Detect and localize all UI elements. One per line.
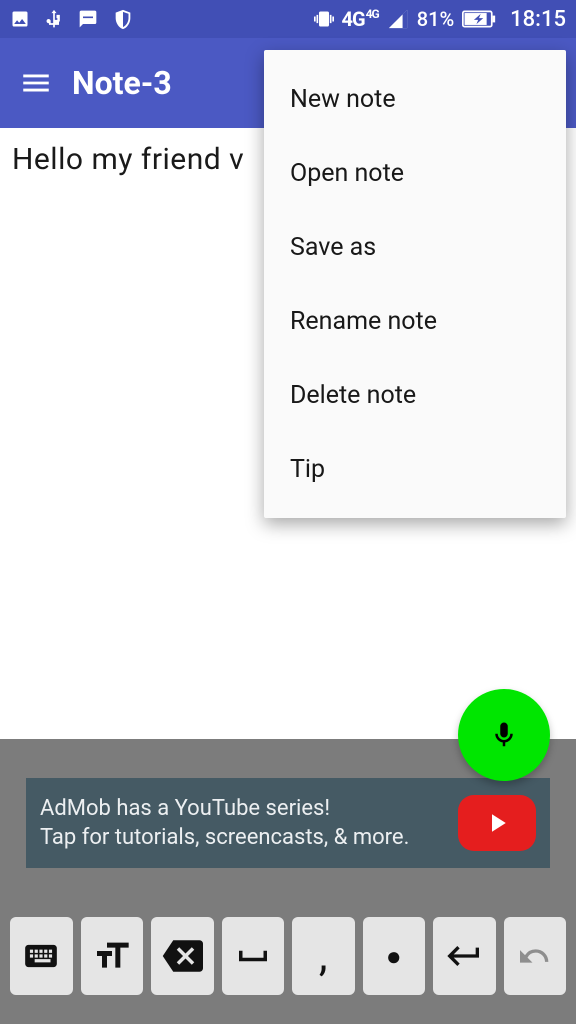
keyboard-toolbar: , ● [0, 906, 576, 1024]
status-time: 18:15 [510, 7, 566, 32]
microphone-icon [489, 720, 519, 750]
keyboard-toggle-button[interactable] [10, 917, 73, 995]
menu-item-label: New note [290, 85, 396, 114]
status-right-icons: 4G4G 81% 18:15 [314, 7, 566, 32]
page-title: Note-3 [72, 64, 172, 102]
menu-item-save-as[interactable]: Save as [264, 210, 566, 284]
message-icon [78, 9, 98, 29]
ad-line-2: Tap for tutorials, screencasts, & more. [40, 825, 409, 850]
overflow-menu: New note Open note Save as Rename note D… [264, 50, 566, 518]
signal-icon [387, 8, 409, 30]
keyboard-icon [22, 937, 60, 975]
period-label: ● [386, 941, 402, 972]
youtube-play-button[interactable] [458, 795, 536, 851]
space-button[interactable] [222, 917, 285, 995]
comma-button[interactable]: , [292, 917, 355, 995]
menu-item-open-note[interactable]: Open note [264, 136, 566, 210]
menu-item-label: Delete note [290, 381, 416, 410]
ad-line-1: AdMob has a YouTube series! [40, 796, 409, 821]
status-left-icons [10, 8, 134, 30]
battery-percent: 81% [417, 7, 454, 31]
undo-button[interactable] [504, 917, 567, 995]
menu-item-label: Rename note [290, 307, 437, 336]
voice-input-fab[interactable] [458, 689, 550, 781]
hamburger-icon [19, 66, 53, 100]
menu-item-tip[interactable]: Tip [264, 432, 566, 506]
comma-label: , [319, 947, 328, 965]
menu-item-label: Open note [290, 159, 404, 188]
undo-icon [515, 936, 555, 976]
network-sup: 4G [366, 7, 379, 21]
network-text: 4G [342, 7, 365, 31]
menu-item-new-note[interactable]: New note [264, 62, 566, 136]
ad-text: AdMob has a YouTube series! Tap for tuto… [40, 796, 409, 850]
text-size-button[interactable] [81, 917, 144, 995]
backspace-button[interactable] [151, 917, 214, 995]
play-icon [482, 808, 512, 838]
period-button[interactable]: ● [363, 917, 426, 995]
menu-item-rename-note[interactable]: Rename note [264, 284, 566, 358]
enter-button[interactable] [433, 917, 496, 995]
enter-icon [444, 936, 484, 976]
ad-banner[interactable]: AdMob has a YouTube series! Tap for tuto… [26, 778, 550, 868]
menu-item-delete-note[interactable]: Delete note [264, 358, 566, 432]
battery-charging-icon [462, 10, 496, 28]
network-label: 4G4G [342, 7, 379, 31]
text-size-icon [92, 936, 132, 976]
backspace-icon [161, 935, 203, 977]
menu-item-label: Tip [290, 455, 325, 484]
shield-icon [112, 8, 134, 30]
status-bar: 4G4G 81% 18:15 [0, 0, 576, 38]
menu-item-label: Save as [290, 233, 376, 262]
space-bar-icon [232, 935, 274, 977]
image-icon [10, 9, 30, 29]
usb-icon [44, 9, 64, 29]
vibrate-icon [314, 9, 334, 29]
menu-button[interactable] [14, 61, 58, 105]
